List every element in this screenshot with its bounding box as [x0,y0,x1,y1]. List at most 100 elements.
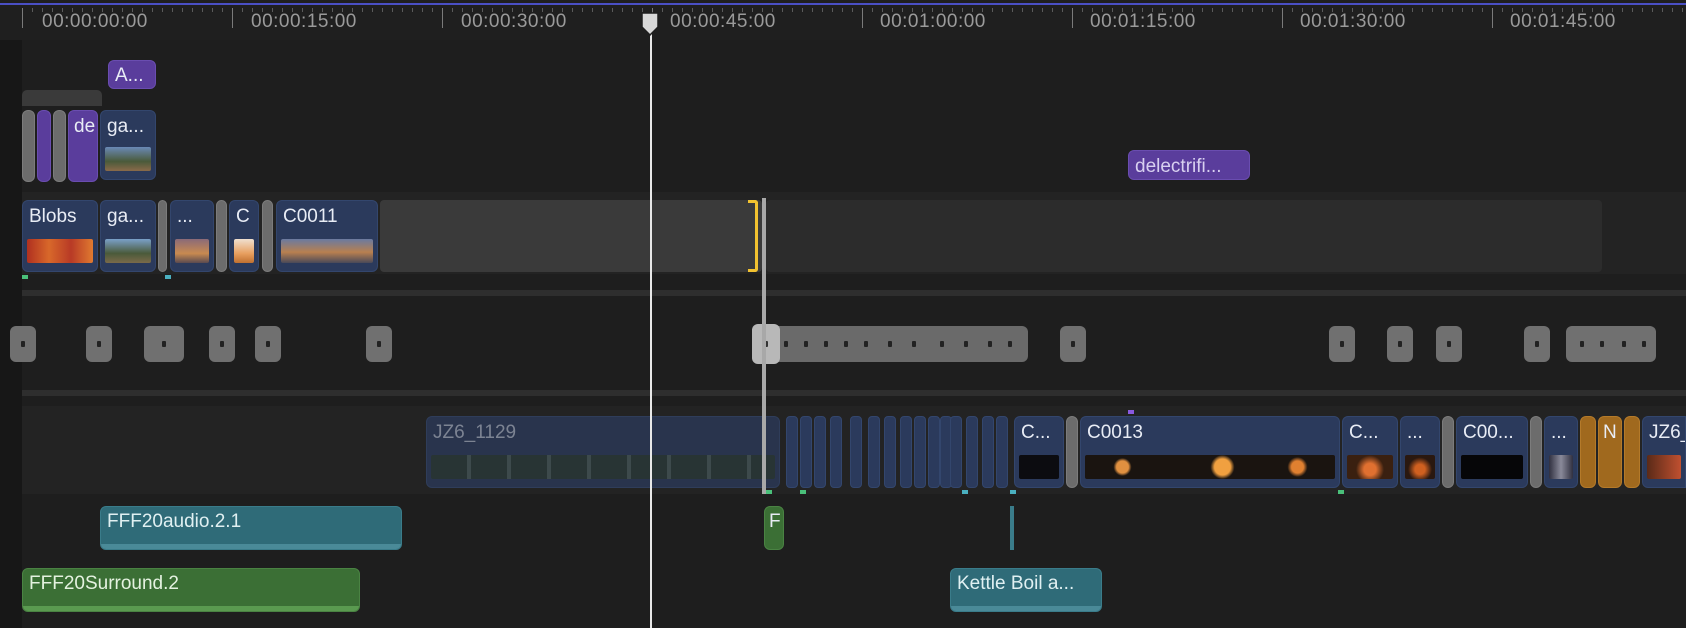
ruler-minor-tick [152,8,153,12]
ruler-minor-tick [1342,8,1343,12]
clip-thumbnail [1019,455,1059,479]
ruler-minor-tick [1452,8,1453,12]
ruler-tick [442,8,443,28]
skimmer-handle[interactable] [752,324,780,364]
clip-thumbnail [105,147,151,171]
ruler-minor-tick [502,8,503,12]
video-clip-c0011[interactable]: C0011 [276,200,378,272]
title-clip-a[interactable]: A... [108,60,156,89]
video-clip-c-1[interactable]: C... [1014,416,1064,488]
marker[interactable] [86,326,112,362]
marker[interactable] [1329,326,1355,362]
gap-clip[interactable] [1530,416,1542,488]
video-clip-jz6[interactable]: JZ6_ [1642,416,1686,488]
video-clip-thin[interactable] [966,416,978,488]
audio-clip-f[interactable]: F [764,506,784,550]
clip-label: C... [1021,422,1051,443]
video-clip-c00[interactable]: C00... [1456,416,1528,488]
clip-marker-tab [22,275,28,279]
video-clip-orange[interactable] [1624,416,1640,488]
video-clip-thin[interactable] [868,416,880,488]
connected-title-clip-de[interactable]: de [68,110,98,182]
audio-waveform [951,606,1101,611]
video-clip-ga[interactable]: ga... [100,200,156,272]
video-clip-thin[interactable] [928,416,940,488]
lane-separator [22,290,1686,296]
audio-clip-fff20audio[interactable]: FFF20audio.2.1 [100,506,402,550]
marker[interactable] [1387,326,1413,362]
connected-title-clip[interactable] [37,110,51,182]
timeline-ruler[interactable]: 00:00:00:00 00:00:15:00 00:00:30:00 00:0… [0,0,1686,40]
ruler-minor-tick [982,8,983,12]
ruler-minor-tick [812,8,813,12]
ruler-minor-tick [1552,8,1553,12]
skimmer-line[interactable] [762,198,766,494]
video-clip-orange[interactable] [1580,416,1596,488]
marker[interactable] [144,326,184,362]
gap-clip[interactable] [216,200,227,272]
marker[interactable] [1436,326,1462,362]
gap-clip[interactable] [158,200,167,272]
video-clip-ellipsis-1[interactable]: ... [1400,416,1440,488]
video-clip-thin[interactable] [800,416,812,488]
marker-cluster[interactable] [752,326,1028,362]
lane-separator [22,390,1686,396]
ruler-minor-tick [52,8,53,12]
ruler-minor-tick [722,8,723,12]
video-clip-thin[interactable] [830,416,842,488]
ruler-minor-tick [372,8,373,12]
marker[interactable] [1524,326,1550,362]
video-clip-thin[interactable] [950,416,962,488]
video-clip-thin[interactable] [914,416,926,488]
marker[interactable] [1060,326,1086,362]
video-clip-blobs[interactable]: Blobs [22,200,98,272]
connected-video-clip-ga[interactable]: ga... [100,110,156,180]
video-clip-n[interactable]: N [1598,416,1622,488]
gap-clip[interactable] [262,200,273,272]
marker[interactable] [255,326,281,362]
video-clip-thin[interactable] [996,416,1008,488]
gap-clip[interactable] [766,200,1602,272]
ruler-minor-tick [472,8,473,12]
marker[interactable] [209,326,235,362]
marker-cluster[interactable] [1566,326,1656,362]
video-clip-c[interactable]: C [229,200,259,272]
audio-clip-thin[interactable] [1010,506,1014,550]
ruler-minor-tick [1302,8,1303,12]
video-clip-ellipsis-2[interactable]: ... [1544,416,1578,488]
ruler-minor-tick [1422,8,1423,12]
video-clip-thin[interactable] [850,416,862,488]
gap-clip[interactable] [1442,416,1454,488]
ruler-minor-tick [752,8,753,12]
playhead-line[interactable] [650,14,652,628]
video-clip-thin[interactable] [786,416,798,488]
video-clip-c-2[interactable]: C... [1342,416,1398,488]
video-clip-thin[interactable] [900,416,912,488]
ruler-minor-tick [192,8,193,12]
connected-clip[interactable] [53,110,66,182]
connected-storyline-bar[interactable] [22,90,102,106]
clip-label: C0013 [1087,422,1143,443]
ruler-minor-tick [962,8,963,12]
video-clip-ellipsis[interactable]: ... [170,200,214,272]
range-selection-end-handle[interactable] [748,200,758,272]
video-clip-thin[interactable] [814,416,826,488]
playhead-handle-icon[interactable] [640,12,660,36]
ruler-minor-tick [542,8,543,12]
marker[interactable] [10,326,36,362]
connected-clip[interactable] [22,110,35,182]
gap-clip-selected[interactable] [380,200,762,272]
video-clip-thin[interactable] [884,416,896,488]
audio-clip-fff20surround[interactable]: FFF20Surround.2 [22,568,360,612]
audio-clip-kettle-boil[interactable]: Kettle Boil a... [950,568,1102,612]
ruler-minor-tick [1262,8,1263,12]
video-clip-c0013[interactable]: C0013 [1080,416,1340,488]
title-clip-delectrifi[interactable]: delectrifi... [1128,150,1250,180]
ruler-minor-tick [1572,8,1573,12]
clip-marker-tab [800,490,806,494]
marker[interactable] [366,326,392,362]
video-clip-jz6-1129[interactable]: JZ6_1129 [426,416,780,488]
gap-clip[interactable] [1066,416,1078,488]
video-clip-thin[interactable] [982,416,994,488]
ruler-minor-tick [522,8,523,12]
